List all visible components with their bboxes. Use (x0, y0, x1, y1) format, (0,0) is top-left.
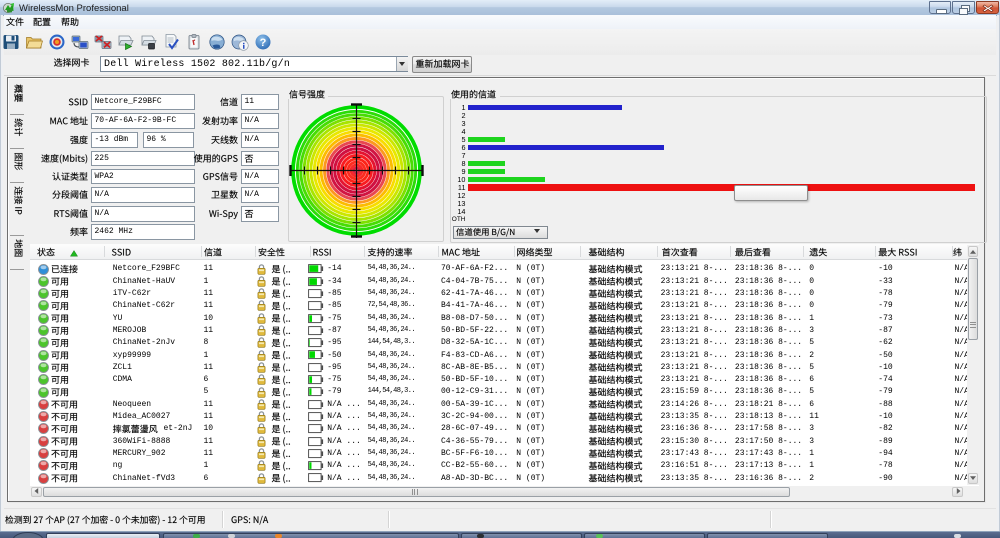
svg-text:?: ? (260, 37, 267, 49)
